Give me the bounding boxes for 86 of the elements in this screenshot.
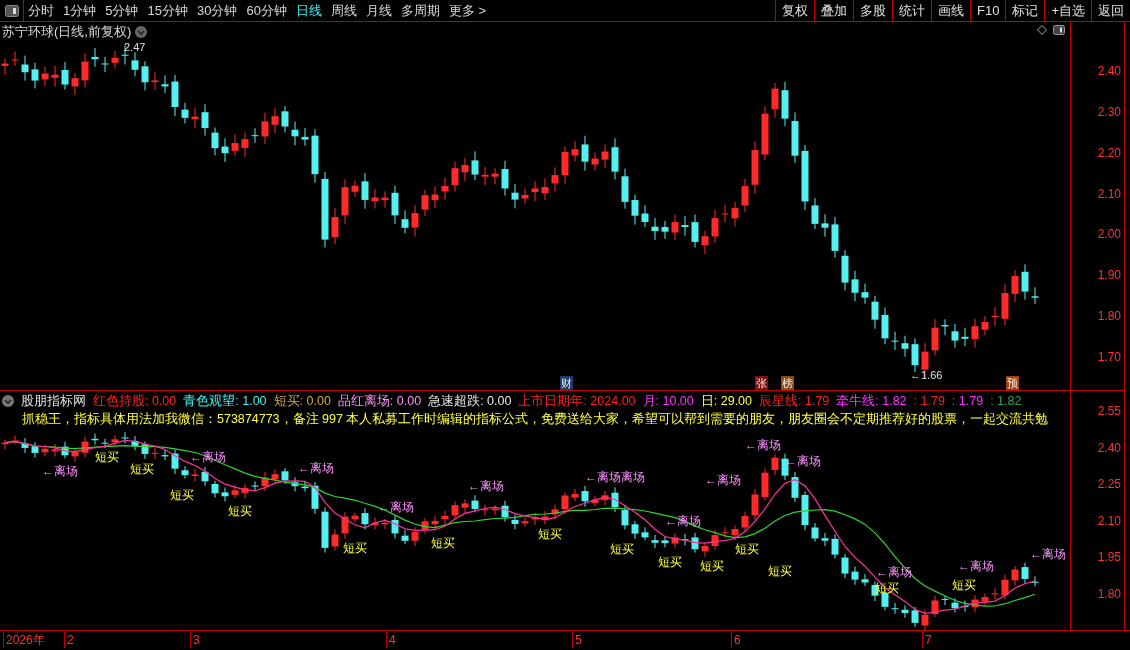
indicator-value: : 1.82 — [990, 393, 1022, 410]
exit-signal-label: ←离场 — [468, 479, 504, 494]
price-tick-label: 1.90 — [1097, 267, 1121, 285]
buy-signal-label: 短买 — [768, 564, 792, 579]
period-tab[interactable]: 5分钟 — [105, 0, 139, 21]
event-badge: 张 — [755, 376, 768, 390]
indicator-value: : 1.79 — [951, 393, 984, 410]
period-tab[interactable]: 分时 — [28, 0, 54, 21]
price-tick-label: 2.25 — [1097, 476, 1121, 494]
indicator-value: 辰星线: 1.79 — [759, 393, 830, 410]
period-tab[interactable]: 1分钟 — [63, 0, 97, 21]
price-tick-label: 1.80 — [1097, 308, 1121, 326]
chart-title: 苏宁环球(日线,前复权) — [2, 23, 132, 41]
date-label: 7 — [922, 632, 932, 648]
date-label: 2026年 — [3, 632, 45, 648]
buy-signal-label: 短买 — [130, 462, 154, 477]
toolbar-button[interactable]: +自选 — [1044, 0, 1091, 21]
date-label: 4 — [386, 632, 396, 648]
price-tick-label: 2.20 — [1097, 144, 1121, 162]
period-tab[interactable]: 月线 — [365, 0, 392, 21]
event-badge: 榜 — [781, 376, 794, 390]
period-tab[interactable]: 多周期 — [400, 0, 440, 21]
toolbar-button[interactable]: 统计 — [892, 0, 931, 21]
period-tab[interactable]: 60分钟 — [246, 0, 287, 21]
indicator-note: 抓稳王，指标具体用法加我微信：573874773，备注 997 本人私募工作时编辑的指标公式，免费送给大家，希望可以帮到需要的朋友，朋友圈会不定期推荐好的股票，一起交流共勉 — [22, 411, 1049, 428]
toolbar-button[interactable]: 返回 — [1091, 0, 1130, 21]
buy-signal-label: 短买 — [228, 503, 252, 518]
indicator-value: 红色持股: 0.00 — [93, 393, 177, 410]
indicator-name: 股朋指标网 — [21, 393, 86, 410]
buy-signal-label: 短买 — [343, 540, 367, 555]
buy-signal-label: 短买 — [170, 487, 194, 502]
price-tick-label: 2.00 — [1097, 226, 1121, 244]
date-label: 2 — [64, 632, 74, 648]
toolbar-button[interactable]: F10 — [970, 0, 1006, 21]
period-tab[interactable]: 日线 — [295, 0, 322, 21]
exit-signal-label: ←离场 — [958, 558, 994, 573]
exit-signal-label: ←离场离场 — [585, 469, 645, 484]
indicator-value: 急速超跌: 0.00 — [428, 393, 512, 410]
price-label: 2.47 — [124, 40, 146, 55]
exit-signal-label: ←离场 — [298, 461, 334, 476]
price-tick-label: 2.40 — [1097, 63, 1121, 80]
buy-signal-label: 短买 — [658, 554, 682, 569]
period-tab[interactable]: 周线 — [330, 0, 357, 21]
price-tick-label: 2.30 — [1097, 103, 1121, 121]
period-tab[interactable]: 15分钟 — [147, 0, 188, 21]
exit-signal-label: ←离场 — [876, 565, 912, 580]
price-tick-label: 2.55 — [1097, 403, 1121, 420]
toolbar-button[interactable]: 复权 — [775, 0, 814, 21]
buy-signal-label: 短买 — [700, 558, 724, 573]
event-badge: 财 — [560, 376, 573, 390]
buy-signal-label: 短买 — [735, 542, 759, 556]
indicator-value: 日: 29.00 — [700, 393, 752, 410]
price-tick-label: 1.80 — [1097, 586, 1121, 603]
exit-signal-label: ←离场 — [42, 463, 78, 478]
date-label: 6 — [731, 632, 741, 648]
price-tick-label: 1.70 — [1097, 349, 1121, 366]
exit-signal-label: ←离场 — [378, 499, 414, 514]
period-tab[interactable]: 更多 > — [448, 0, 487, 21]
toolbar-button[interactable]: 画线 — [931, 0, 970, 21]
exit-signal-label: ←离场 — [1030, 546, 1066, 561]
date-label: 3 — [190, 632, 200, 648]
indicator-value: : 1.79 — [913, 393, 945, 410]
indicator-value: 上市日期年: 2024.00 — [518, 393, 636, 410]
toolbar-button[interactable]: 标记 — [1005, 0, 1045, 21]
indicator-value: 品红离场: 0.00 — [337, 393, 422, 410]
exit-signal-label: ←离场 — [785, 453, 821, 468]
date-label: 5 — [572, 632, 582, 648]
indicator-value: 短买: 0.00 — [273, 393, 331, 410]
price-tick-label: 1.95 — [1097, 549, 1121, 567]
exit-signal-label: ←离场 — [745, 437, 781, 452]
price-tick-label: 2.40 — [1097, 439, 1121, 457]
toolbar-button[interactable]: 多股 — [853, 0, 892, 21]
period-tab[interactable]: 30分钟 — [196, 0, 238, 21]
buy-signal-label: 短买 — [538, 526, 562, 541]
exit-signal-label: ←离场 — [705, 473, 741, 488]
indicator-value: 青色观望: 1.00 — [183, 393, 267, 410]
price-tick-label: 2.10 — [1097, 512, 1121, 530]
event-badge: 预 — [1006, 376, 1019, 390]
indicator-value: 牵牛线: 1.82 — [836, 393, 907, 410]
buy-signal-label: 短买 — [952, 577, 976, 592]
toolbar-button[interactable]: 叠加 — [814, 0, 853, 21]
price-tick-label: 2.10 — [1097, 185, 1121, 203]
buy-signal-label: 短买 — [95, 449, 119, 464]
indicator-value: 月: 10.00 — [642, 393, 694, 410]
buy-signal-label: 短买 — [431, 535, 455, 550]
buy-signal-label: 短买 — [610, 542, 634, 557]
